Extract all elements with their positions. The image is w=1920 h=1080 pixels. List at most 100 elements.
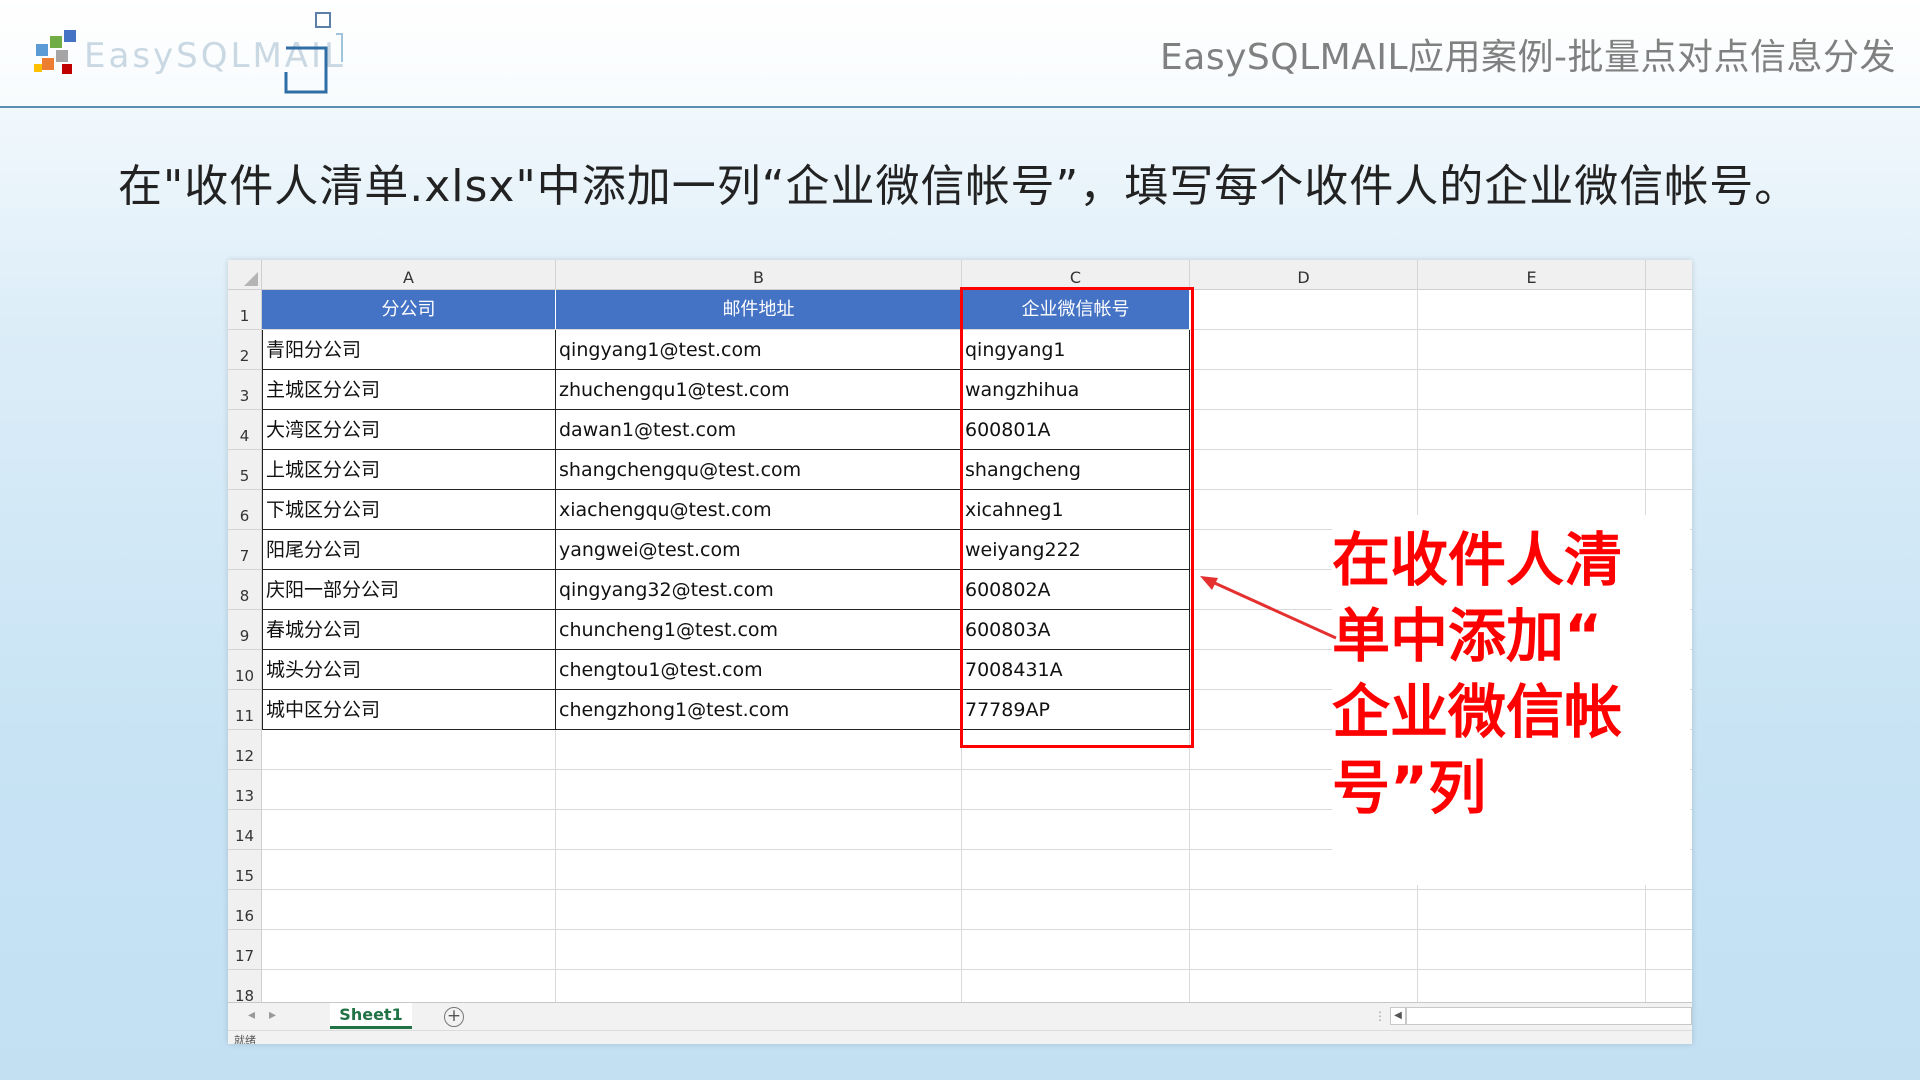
row-header[interactable]: 17 bbox=[228, 930, 261, 970]
cell-empty[interactable] bbox=[1190, 450, 1418, 490]
cell-wecom-account[interactable]: 7008431A bbox=[962, 650, 1190, 690]
column-header-d[interactable]: D bbox=[1190, 260, 1418, 290]
cell-empty[interactable] bbox=[556, 810, 962, 850]
add-sheet-button[interactable]: + bbox=[444, 1007, 464, 1027]
row-header[interactable]: 16 bbox=[228, 890, 261, 930]
row-header[interactable]: 1 bbox=[228, 290, 261, 330]
cell-wecom-account[interactable]: 600801A bbox=[962, 410, 1190, 450]
cell-branch[interactable]: 下城区分公司 bbox=[262, 490, 556, 530]
cell-empty[interactable] bbox=[556, 890, 962, 930]
cell-empty[interactable] bbox=[262, 730, 556, 770]
cell-empty[interactable] bbox=[262, 850, 556, 890]
cell-wecom-account[interactable]: xicahneg1 bbox=[962, 490, 1190, 530]
cell-c1[interactable]: 企业微信帐号 bbox=[962, 290, 1190, 330]
row-header[interactable]: 3 bbox=[228, 370, 261, 410]
cell-wecom-account[interactable]: 600802A bbox=[962, 570, 1190, 610]
cell-empty[interactable] bbox=[1418, 410, 1646, 450]
row-header[interactable]: 5 bbox=[228, 450, 261, 490]
cell-email[interactable]: dawan1@test.com bbox=[556, 410, 962, 450]
cell-empty[interactable] bbox=[556, 730, 962, 770]
cell-empty[interactable] bbox=[1190, 890, 1418, 930]
cell-branch[interactable]: 春城分公司 bbox=[262, 610, 556, 650]
cell-empty[interactable] bbox=[1190, 930, 1418, 970]
cell-empty[interactable] bbox=[962, 850, 1190, 890]
cell-empty[interactable] bbox=[1418, 370, 1646, 410]
cell-empty[interactable] bbox=[1646, 330, 1692, 370]
cell-empty[interactable] bbox=[262, 810, 556, 850]
cell-empty[interactable] bbox=[962, 730, 1190, 770]
sheet-nav-arrows-icon[interactable]: ◂▸ bbox=[248, 1007, 290, 1023]
cell-email[interactable]: shangchengqu@test.com bbox=[556, 450, 962, 490]
row-header[interactable]: 12 bbox=[228, 730, 261, 770]
cell-wecom-account[interactable]: qingyang1 bbox=[962, 330, 1190, 370]
cell-branch[interactable]: 城头分公司 bbox=[262, 650, 556, 690]
cell-empty[interactable] bbox=[962, 770, 1190, 810]
cell-empty[interactable] bbox=[1418, 450, 1646, 490]
cell-empty[interactable] bbox=[962, 810, 1190, 850]
cell-empty[interactable] bbox=[962, 930, 1190, 970]
cell-empty[interactable] bbox=[1646, 930, 1692, 970]
row-header[interactable]: 10 bbox=[228, 650, 261, 690]
cell-empty[interactable] bbox=[556, 770, 962, 810]
cell-empty[interactable] bbox=[1646, 450, 1692, 490]
cell-branch[interactable]: 城中区分公司 bbox=[262, 690, 556, 730]
cell-e1[interactable] bbox=[1418, 290, 1646, 330]
cell-empty[interactable] bbox=[1646, 410, 1692, 450]
cell-branch[interactable]: 主城区分公司 bbox=[262, 370, 556, 410]
cell-email[interactable]: zhuchengqu1@test.com bbox=[556, 370, 962, 410]
cell-empty[interactable] bbox=[1190, 410, 1418, 450]
cell-email[interactable]: chuncheng1@test.com bbox=[556, 610, 962, 650]
scroll-split-handle-icon[interactable]: ⋮ bbox=[1374, 1009, 1386, 1023]
column-header-c[interactable]: C bbox=[962, 260, 1190, 290]
cell-email[interactable]: chengtou1@test.com bbox=[556, 650, 962, 690]
cell-empty[interactable] bbox=[262, 770, 556, 810]
cell-empty[interactable] bbox=[556, 930, 962, 970]
cell-branch[interactable]: 庆阳一部分公司 bbox=[262, 570, 556, 610]
select-all-corner[interactable] bbox=[228, 260, 262, 290]
cell-email[interactable]: yangwei@test.com bbox=[556, 530, 962, 570]
cell-empty[interactable] bbox=[1646, 370, 1692, 410]
row-header[interactable]: 7 bbox=[228, 530, 261, 570]
column-header-a[interactable]: A bbox=[262, 260, 556, 290]
row-header[interactable]: 15 bbox=[228, 850, 261, 890]
row-header[interactable]: 2 bbox=[228, 330, 261, 370]
scroll-left-arrow-icon[interactable]: ◀ bbox=[1390, 1007, 1406, 1025]
cell-f1[interactable] bbox=[1646, 290, 1692, 330]
cell-empty[interactable] bbox=[262, 930, 556, 970]
cell-wecom-account[interactable]: weiyang222 bbox=[962, 530, 1190, 570]
cell-branch[interactable]: 上城区分公司 bbox=[262, 450, 556, 490]
cell-branch[interactable]: 大湾区分公司 bbox=[262, 410, 556, 450]
row-header[interactable]: 13 bbox=[228, 770, 261, 810]
column-header-e[interactable]: E bbox=[1418, 260, 1646, 290]
cell-empty[interactable] bbox=[1646, 890, 1692, 930]
cell-email[interactable]: chengzhong1@test.com bbox=[556, 690, 962, 730]
cell-wecom-account[interactable]: 600803A bbox=[962, 610, 1190, 650]
row-header[interactable]: 9 bbox=[228, 610, 261, 650]
cell-email[interactable]: qingyang1@test.com bbox=[556, 330, 962, 370]
cell-branch[interactable]: 青阳分公司 bbox=[262, 330, 556, 370]
column-header-b[interactable]: B bbox=[556, 260, 962, 290]
cell-wecom-account[interactable]: wangzhihua bbox=[962, 370, 1190, 410]
cell-wecom-account[interactable]: shangcheng bbox=[962, 450, 1190, 490]
cell-empty[interactable] bbox=[262, 890, 556, 930]
horizontal-scrollbar[interactable] bbox=[1406, 1007, 1692, 1025]
cell-branch[interactable]: 阳尾分公司 bbox=[262, 530, 556, 570]
cell-empty[interactable] bbox=[1418, 330, 1646, 370]
row-header[interactable]: 4 bbox=[228, 410, 261, 450]
cell-empty[interactable] bbox=[1190, 370, 1418, 410]
cell-empty[interactable] bbox=[1190, 330, 1418, 370]
cell-email[interactable]: xiachengqu@test.com bbox=[556, 490, 962, 530]
cell-empty[interactable] bbox=[962, 890, 1190, 930]
cell-b1[interactable]: 邮件地址 bbox=[556, 290, 962, 330]
cell-email[interactable]: qingyang32@test.com bbox=[556, 570, 962, 610]
cell-wecom-account[interactable]: 77789AP bbox=[962, 690, 1190, 730]
cell-a1[interactable]: 分公司 bbox=[262, 290, 556, 330]
row-header[interactable]: 8 bbox=[228, 570, 261, 610]
row-header[interactable]: 6 bbox=[228, 490, 261, 530]
cell-empty[interactable] bbox=[1418, 930, 1646, 970]
cell-empty[interactable] bbox=[1418, 890, 1646, 930]
sheet-tab-sheet1[interactable]: Sheet1 bbox=[330, 1003, 412, 1029]
column-header-f[interactable] bbox=[1646, 260, 1692, 290]
cell-d1[interactable] bbox=[1190, 290, 1418, 330]
cell-empty[interactable] bbox=[556, 850, 962, 890]
